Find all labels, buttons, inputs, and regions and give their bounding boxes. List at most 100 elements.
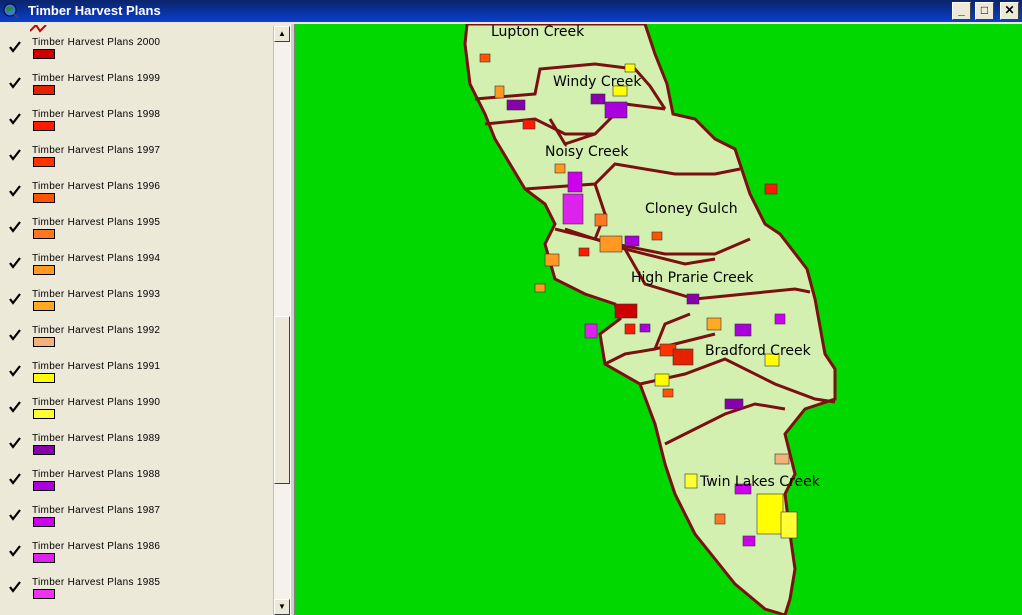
harvest-parcel [624, 323, 636, 335]
harvest-parcel [654, 373, 670, 387]
harvest-parcel [662, 388, 674, 398]
close-button[interactable]: ✕ [1000, 2, 1019, 20]
legend-item-label: Timber Harvest Plans 1998 [32, 109, 161, 120]
legend-item[interactable]: Timber Harvest Plans 1994 [6, 252, 276, 288]
harvest-parcel [706, 317, 722, 331]
label-windy-creek: Windy Creek [553, 74, 642, 90]
legend-color-swatch [33, 481, 55, 491]
legend-item-label: Timber Harvest Plans 1990 [32, 397, 161, 408]
legend-color-swatch [33, 445, 55, 455]
legend-color-swatch [33, 229, 55, 239]
legend-item-label: Timber Harvest Plans 1996 [32, 181, 161, 192]
legend-color-swatch [33, 265, 55, 275]
harvest-parcel [594, 213, 608, 227]
checkmark-icon[interactable] [8, 256, 22, 270]
harvest-parcel [599, 235, 623, 253]
harvest-parcel [639, 323, 651, 333]
checkmark-icon[interactable] [8, 184, 22, 198]
maximize-button[interactable]: □ [975, 2, 994, 20]
legend-item[interactable]: Timber Harvest Plans 1990 [6, 396, 276, 432]
legend-item-label: Timber Harvest Plans 1988 [32, 469, 161, 480]
legend-item-label: Timber Harvest Plans 1987 [32, 505, 161, 516]
harvest-parcel [774, 313, 786, 325]
legend-item[interactable]: Timber Harvest Plans 1998 [6, 108, 276, 144]
harvest-parcel [684, 473, 698, 489]
legend-item-label: Timber Harvest Plans 1999 [32, 73, 161, 84]
legend-color-swatch [33, 193, 55, 203]
checkmark-icon[interactable] [8, 112, 22, 126]
harvest-parcel [624, 235, 640, 247]
harvest-parcel [724, 398, 744, 410]
harvest-parcel [624, 63, 636, 73]
harvest-parcel [714, 513, 726, 525]
window-titlebar[interactable]: Timber Harvest Plans _ □ ✕ [0, 0, 1022, 22]
harvest-parcel [604, 101, 628, 119]
checkmark-icon[interactable] [8, 76, 22, 90]
checkmark-icon[interactable] [8, 220, 22, 234]
label-bradford-creek: Bradford Creek [705, 343, 812, 359]
legend-color-swatch [33, 553, 55, 563]
legend-item[interactable]: Timber Harvest Plans 1987 [6, 504, 276, 540]
harvest-parcel [534, 283, 546, 293]
legend-item[interactable]: Timber Harvest Plans 1991 [6, 360, 276, 396]
minimize-button[interactable]: _ [952, 2, 971, 20]
legend-item[interactable]: Timber Harvest Plans 1988 [6, 468, 276, 504]
window-title: Timber Harvest Plans [28, 3, 161, 18]
legend-color-swatch [33, 49, 55, 59]
legend-item[interactable]: Timber Harvest Plans 1997 [6, 144, 276, 180]
checkmark-icon[interactable] [8, 580, 22, 594]
checkmark-icon[interactable] [8, 40, 22, 54]
harvest-parcel [494, 85, 505, 99]
legend-item[interactable]: Timber Harvest Plans 1999 [6, 72, 276, 108]
watershed-map: Lupton Creek Windy Creek Noisy Creek Clo… [463, 24, 837, 615]
harvest-parcel [544, 253, 560, 267]
legend-item[interactable]: Timber Harvest Plans 1986 [6, 540, 276, 576]
scroll-thumb[interactable] [274, 316, 290, 484]
legend-color-swatch [33, 301, 55, 311]
legend-item[interactable]: Timber Harvest Plans 1989 [6, 432, 276, 468]
checkmark-icon[interactable] [8, 292, 22, 306]
checkmark-icon[interactable] [8, 472, 22, 486]
checkmark-icon[interactable] [8, 436, 22, 450]
harvest-parcel [479, 53, 491, 63]
legend-item[interactable]: Timber Harvest Plans 2000 [6, 36, 276, 72]
legend-item-label: Timber Harvest Plans 1991 [32, 361, 161, 372]
legend-item-label: Timber Harvest Plans 1992 [32, 325, 161, 336]
label-noisy-creek: Noisy Creek [545, 144, 629, 160]
label-lupton-creek: Lupton Creek [491, 24, 585, 40]
checkmark-icon[interactable] [8, 544, 22, 558]
legend-item[interactable]: Timber Harvest Plans 1985 [6, 576, 276, 612]
harvest-parcel [742, 535, 756, 547]
legend-color-swatch [33, 157, 55, 167]
checkmark-icon[interactable] [8, 148, 22, 162]
checkmark-icon[interactable] [8, 508, 22, 522]
legend-color-swatch [33, 121, 55, 131]
map-view[interactable]: Lupton Creek Windy Creek Noisy Creek Clo… [295, 24, 1022, 615]
app-globe-icon [3, 3, 19, 19]
label-high-prarie-creek: High Prarie Creek [631, 270, 754, 286]
legend-line-symbol-icon [29, 24, 54, 33]
legend-item[interactable]: Timber Harvest Plans 1992 [6, 324, 276, 360]
legend-item[interactable]: Timber Harvest Plans 1995 [6, 216, 276, 252]
legend-item-label: Timber Harvest Plans 1986 [32, 541, 161, 552]
legend-scrollbar[interactable]: ▲ ▼ [273, 26, 291, 615]
checkmark-icon[interactable] [8, 364, 22, 378]
harvest-parcel [651, 231, 663, 241]
harvest-parcel [562, 193, 584, 225]
checkmark-icon[interactable] [8, 328, 22, 342]
legend-color-swatch [33, 337, 55, 347]
harvest-parcel [506, 99, 526, 111]
checkmark-icon[interactable] [8, 400, 22, 414]
legend-color-swatch [33, 85, 55, 95]
label-twin-lakes-creek: Twin Lakes Creek [699, 474, 821, 490]
harvest-parcel [756, 493, 784, 535]
legend-item[interactable]: Timber Harvest Plans 1993 [6, 288, 276, 324]
legend-item-label: Timber Harvest Plans 1989 [32, 433, 161, 444]
harvest-parcel [614, 303, 638, 319]
legend-item[interactable]: Timber Harvest Plans 1996 [6, 180, 276, 216]
harvest-parcel [554, 163, 566, 174]
scroll-down-button[interactable]: ▼ [274, 599, 290, 615]
scroll-up-button[interactable]: ▲ [274, 26, 290, 42]
legend-item-label: Timber Harvest Plans 1995 [32, 217, 161, 228]
legend-item-label: Timber Harvest Plans 1985 [32, 577, 161, 588]
